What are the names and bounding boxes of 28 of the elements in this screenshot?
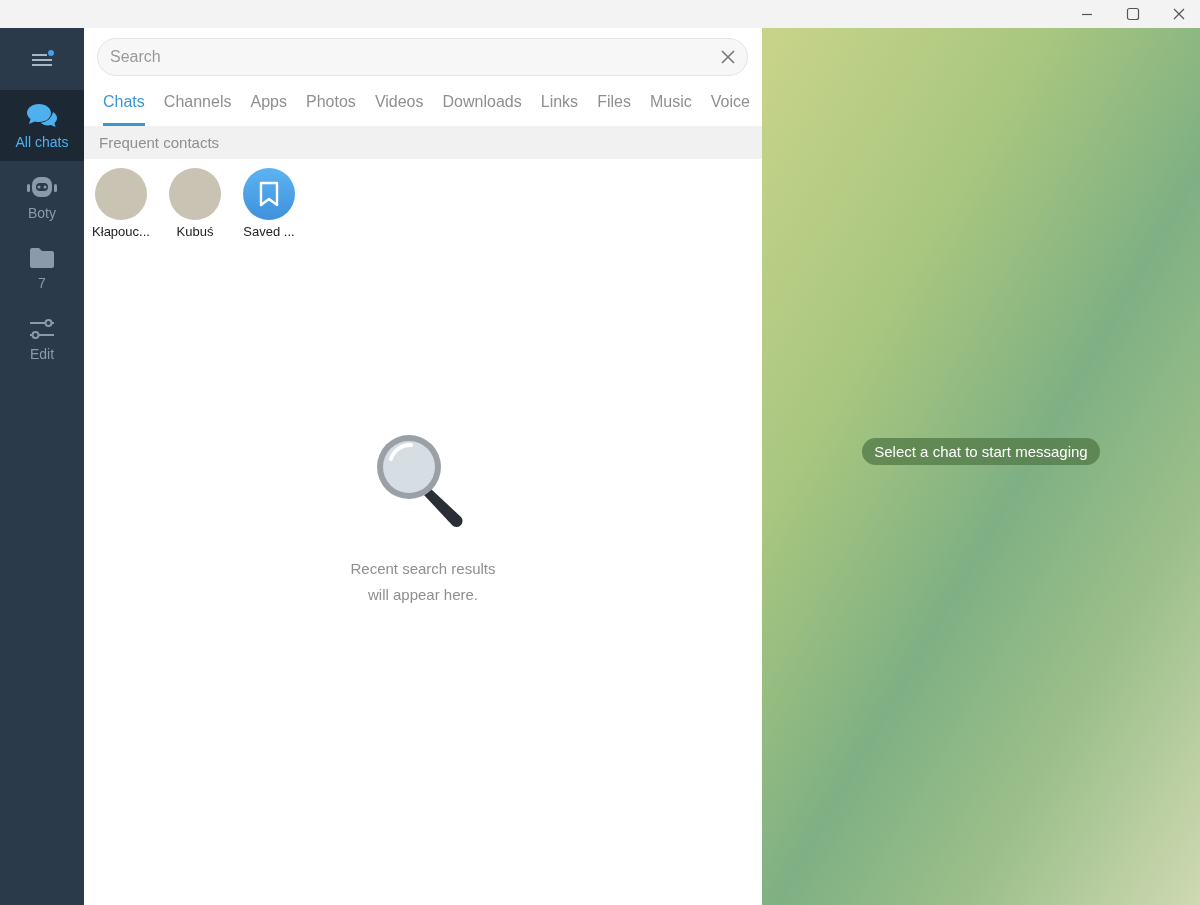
search-tab[interactable]: Channels (163, 82, 232, 126)
search-tab[interactable]: Apps (250, 82, 287, 126)
clear-icon[interactable] (721, 50, 735, 64)
search-field[interactable]: Search (97, 38, 748, 76)
menu-icon[interactable] (29, 49, 55, 69)
sidebar-folder[interactable]: Boty (0, 161, 84, 232)
search-tab[interactable]: Photos (306, 82, 356, 126)
search-tab[interactable]: Music (650, 82, 692, 126)
contact-name: Saved ... (243, 224, 295, 239)
contact-name: Kłapouc... (92, 224, 150, 239)
empty-chat-message: Select a chat to start messaging (862, 438, 1100, 465)
empty-state-text: Recent search results (350, 559, 496, 579)
sidebar-folder[interactable]: All chats (0, 90, 84, 161)
sidebar-folder[interactable]: Edit (0, 303, 84, 374)
chat-bubbles-icon (25, 101, 59, 130)
search-tab[interactable]: Voice (710, 82, 750, 126)
section-title: Frequent contacts (99, 134, 220, 151)
sidebar-folder[interactable]: 7 (0, 232, 84, 303)
search-tab[interactable]: Videos (374, 82, 424, 126)
search-tab[interactable]: Files (597, 82, 631, 126)
maximize-icon[interactable] (1126, 7, 1140, 21)
close-icon[interactable] (1172, 7, 1186, 21)
contact-name: Kubuś (176, 224, 214, 239)
bookmark-icon (258, 181, 280, 207)
search-tab[interactable]: Links (540, 82, 579, 126)
empty-state-text: will appear here. (367, 585, 479, 605)
saved-messages-avatar[interactable] (243, 168, 295, 220)
search-tab[interactable]: Downloads (442, 82, 522, 126)
